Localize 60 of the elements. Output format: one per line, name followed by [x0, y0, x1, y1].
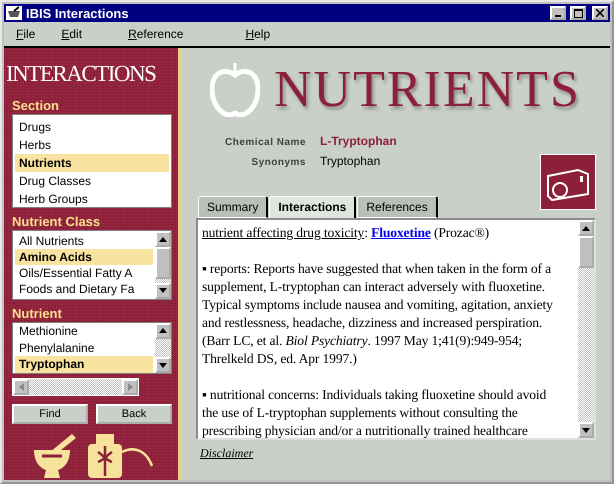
- list-item[interactable]: Phenylalanine: [15, 340, 153, 356]
- list-item[interactable]: Tryptophan: [15, 356, 153, 374]
- scrollbar[interactable]: [155, 322, 171, 374]
- up-arrow-icon: [582, 226, 590, 230]
- tab[interactable]: Interactions: [269, 196, 356, 218]
- list-item[interactable]: Foods and Dietary Fa: [15, 281, 153, 298]
- tab[interactable]: Summary: [198, 196, 268, 218]
- section-label: Section: [12, 98, 60, 113]
- paragraph: ▪ reports: Reports have suggested that when taken in the form of a supplement, L-tryptophan can interact adversely with fluoxetine. Typical symptoms include nausea and vomiting, agitation, anxiety and restlessness, headache, dizziness and increased perspiration. (Barr LC, et al. Biol Psychiatry. 1997 May 1;41(9):949-954; Threlkeld DS, ed. Apr 1997.): [202, 260, 554, 368]
- chemical-name: L-Tryptophan: [320, 134, 398, 148]
- scrollbar[interactable]: [155, 232, 171, 299]
- section-label: Nutrient: [12, 306, 63, 321]
- scroll-thumb[interactable]: [578, 236, 594, 268]
- menu-item[interactable]: Reference: [128, 27, 184, 41]
- field-label: Chemical Name: [224, 137, 306, 148]
- down-arrow-icon: [159, 288, 167, 294]
- logo: INTERACTIONS: [6, 60, 156, 88]
- up-arrow-icon: [159, 236, 167, 242]
- list-item[interactable]: Drugs: [15, 118, 169, 136]
- down-arrow-icon: [582, 428, 590, 432]
- paragraph: ▪ nutritional concerns: Individuals taking fluoxetine should avoid the use of L-tryptophan supplements without consulting the prescribing physician and/or a nutritionally trained healthcare: [202, 386, 548, 438]
- right-arrow-icon: [128, 383, 132, 392]
- list-item[interactable]: Methionine: [15, 322, 153, 340]
- scrollbar[interactable]: [578, 220, 594, 438]
- list-item[interactable]: All Nutrients: [15, 233, 153, 250]
- field-label: Synonyms: [250, 157, 306, 168]
- apple-icon: [210, 61, 260, 117]
- maximize-button[interactable]: [570, 6, 586, 20]
- sidebar-button[interactable]: Back: [96, 404, 172, 424]
- section-label: Nutrient Class: [12, 214, 102, 230]
- list-item[interactable]: Herb Groups: [15, 190, 169, 208]
- maximize-icon: [574, 8, 582, 18]
- camera-icon[interactable]: [540, 154, 596, 210]
- minimize-button[interactable]: [550, 6, 566, 20]
- mortar-icon: [6, 6, 22, 20]
- list-item[interactable]: Nutrients: [15, 154, 169, 172]
- page-title: NUTRIENTS: [274, 60, 581, 118]
- scrollbar[interactable]: [12, 378, 139, 396]
- separator-text: :: [364, 225, 368, 240]
- list-item[interactable]: Amino Acids: [15, 249, 153, 266]
- window-title: IBIS Interactions: [26, 6, 130, 20]
- synonyms-value: Tryptophan: [320, 154, 382, 168]
- disclaimer-link[interactable]: Disclaimer: [200, 446, 254, 461]
- scroll-thumb[interactable]: [155, 247, 171, 280]
- list-item[interactable]: Oils/Essential Fatty A: [15, 265, 153, 282]
- drug-link[interactable]: Fluoxetine: [371, 225, 431, 240]
- menu-item[interactable]: Edit: [61, 27, 82, 41]
- down-arrow-icon: [159, 362, 167, 368]
- brand-note: (Prozac®): [434, 225, 490, 240]
- interaction-heading: nutrient affecting drug toxicity: [202, 225, 364, 240]
- tab[interactable]: References: [357, 196, 438, 218]
- list-item[interactable]: Drug Classes: [15, 172, 169, 190]
- up-arrow-icon: [159, 328, 167, 334]
- close-button[interactable]: [592, 6, 608, 20]
- left-arrow-icon: [18, 383, 24, 392]
- sidebar-button[interactable]: Find: [12, 404, 88, 424]
- close-icon: [596, 9, 604, 17]
- list-item[interactable]: Herbs: [15, 136, 169, 154]
- menu-item[interactable]: File: [16, 27, 36, 41]
- menu-item[interactable]: Help: [245, 27, 270, 41]
